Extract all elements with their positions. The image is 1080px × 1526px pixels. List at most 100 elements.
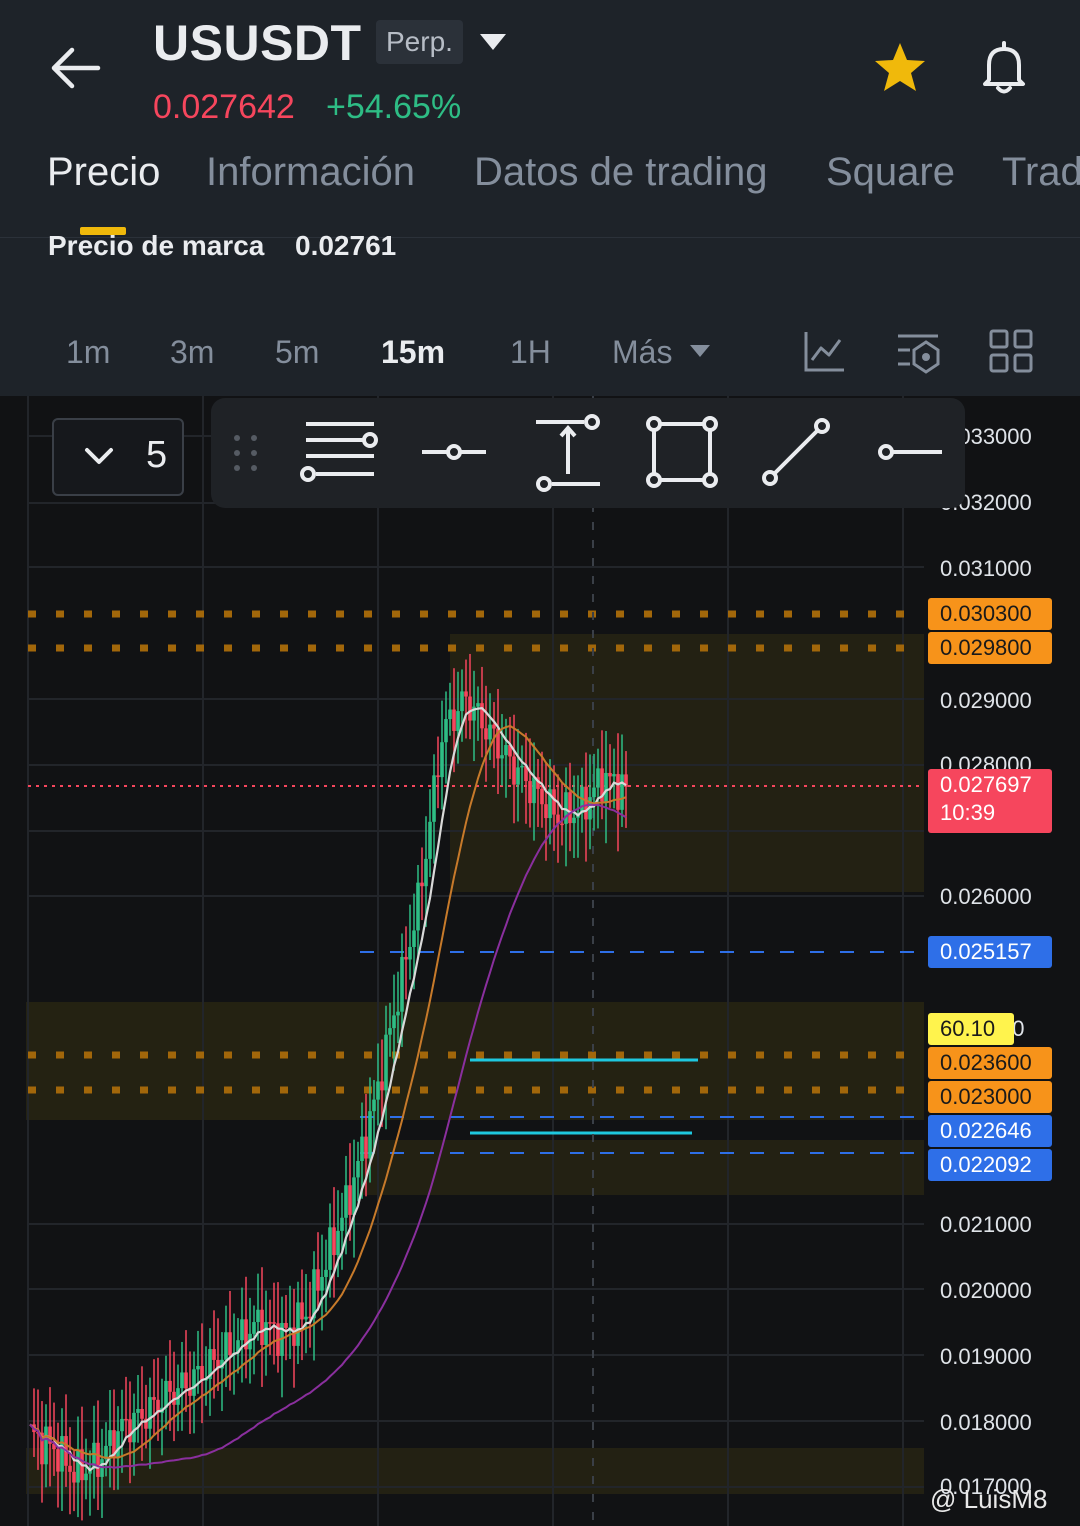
price-tag-blue: 0.022092 bbox=[928, 1149, 1052, 1181]
candle-body bbox=[368, 1111, 372, 1159]
favorite-star-icon[interactable] bbox=[872, 40, 928, 96]
horizontal-line-icon[interactable] bbox=[870, 412, 950, 492]
candle-body bbox=[408, 946, 412, 960]
tab-precio[interactable]: Precio bbox=[47, 150, 160, 195]
tab-trad[interactable]: Trad bbox=[1002, 150, 1080, 195]
mark-price-label: Precio de marca bbox=[48, 230, 265, 261]
candle-body bbox=[164, 1380, 168, 1408]
candle-body bbox=[328, 1227, 332, 1270]
candle-body bbox=[388, 1028, 392, 1035]
chevron-down-icon bbox=[85, 448, 113, 464]
candle-body bbox=[620, 774, 624, 810]
candle-body bbox=[540, 788, 544, 805]
tab-square[interactable]: Square bbox=[826, 150, 955, 195]
candle-body bbox=[460, 691, 464, 712]
tab-datos-de-trading[interactable]: Datos de trading bbox=[474, 150, 768, 195]
symbol-dropdown-icon[interactable] bbox=[480, 34, 506, 50]
watermark: @ LuisM8 bbox=[930, 1484, 1048, 1514]
candle-body bbox=[148, 1397, 152, 1429]
resistance-zone bbox=[450, 634, 924, 892]
candle-body bbox=[448, 709, 452, 720]
price-axis-label: 0.029000 bbox=[940, 688, 1032, 713]
candle-body bbox=[72, 1471, 76, 1483]
back-arrow-icon[interactable] bbox=[48, 44, 102, 92]
candle-body bbox=[528, 781, 532, 804]
drawing-count-toggle[interactable]: 5 bbox=[52, 418, 184, 496]
candle-body bbox=[304, 1316, 308, 1320]
drawing-count: 5 bbox=[146, 434, 168, 476]
candle-body bbox=[300, 1302, 304, 1320]
candle-body bbox=[532, 777, 536, 804]
price-range-icon[interactable] bbox=[528, 412, 608, 492]
bell-icon[interactable] bbox=[974, 38, 1034, 98]
interval-3m[interactable]: 3m bbox=[170, 334, 214, 371]
price-change-percent: +54.65% bbox=[326, 88, 462, 126]
price-axis-label: 0.031000 bbox=[940, 556, 1032, 581]
candle-body bbox=[608, 772, 612, 777]
candle-body bbox=[468, 696, 472, 721]
candle-body bbox=[200, 1366, 204, 1381]
interval-5m[interactable]: 5m bbox=[275, 334, 319, 371]
interval-1h[interactable]: 1H bbox=[510, 334, 551, 371]
price-tag-orange: 0.023600 bbox=[928, 1047, 1052, 1079]
current-price-tag: 0.027697 10:39 bbox=[928, 769, 1052, 833]
candle-body bbox=[596, 768, 600, 788]
candle-body bbox=[140, 1408, 144, 1419]
candle-body bbox=[324, 1269, 328, 1277]
candle-body bbox=[240, 1319, 244, 1341]
price-tag-blue: 0.022646 bbox=[928, 1115, 1052, 1147]
candle-body bbox=[124, 1418, 128, 1421]
more-intervals-caret-icon[interactable] bbox=[690, 345, 710, 357]
price-tag-orange: 0.030300 bbox=[928, 598, 1052, 630]
candle-body bbox=[152, 1397, 156, 1400]
candle-body bbox=[400, 956, 404, 1012]
layout-grid-icon[interactable] bbox=[988, 328, 1034, 374]
last-price: 0.027642 bbox=[153, 88, 295, 126]
chart-canvas[interactable] bbox=[0, 396, 1080, 1526]
symbol-title[interactable]: USUSDT bbox=[153, 14, 362, 72]
interval-1m[interactable]: 1m bbox=[66, 334, 110, 371]
candle-body bbox=[256, 1309, 260, 1323]
candle-body bbox=[492, 724, 496, 729]
main-tabs: Precio Información Datos de trading Squa… bbox=[0, 150, 1080, 210]
indicators-icon[interactable] bbox=[802, 328, 848, 374]
candle-body bbox=[484, 728, 488, 740]
candle-body bbox=[352, 1177, 356, 1215]
candle-body bbox=[376, 1081, 380, 1100]
fib-retracement-icon[interactable] bbox=[298, 412, 378, 492]
candle-body bbox=[320, 1276, 324, 1291]
candle-body bbox=[464, 691, 468, 697]
candle-body bbox=[96, 1442, 100, 1477]
drag-handle-icon[interactable] bbox=[232, 433, 260, 473]
candle-body bbox=[340, 1217, 344, 1231]
candle-body bbox=[476, 703, 480, 707]
price-axis-label: 0.020000 bbox=[940, 1278, 1032, 1303]
candle-body bbox=[520, 765, 524, 768]
price-chart[interactable] bbox=[0, 396, 1080, 1526]
candle-body bbox=[260, 1309, 264, 1346]
candle-body bbox=[424, 858, 428, 887]
candle-body bbox=[612, 774, 616, 777]
chart-settings-icon[interactable] bbox=[896, 328, 942, 374]
price-axis-label: 0.021000 bbox=[940, 1212, 1032, 1237]
candle-body bbox=[488, 724, 492, 740]
candle-body bbox=[196, 1366, 200, 1370]
tab-informacion[interactable]: Información bbox=[206, 150, 415, 195]
price-tag-orange: 0.023000 bbox=[928, 1081, 1052, 1113]
candle-body bbox=[344, 1185, 348, 1218]
trend-line-icon[interactable] bbox=[756, 412, 836, 492]
candle-body bbox=[348, 1185, 352, 1215]
candle-body bbox=[192, 1369, 196, 1396]
candle-body bbox=[76, 1449, 80, 1483]
candle-body bbox=[396, 1011, 400, 1016]
horizontal-ray-icon[interactable] bbox=[414, 412, 494, 492]
candle-body bbox=[136, 1408, 140, 1413]
candle-body bbox=[184, 1372, 188, 1389]
rectangle-icon[interactable] bbox=[642, 412, 722, 492]
price-axis-label: 0.026000 bbox=[940, 884, 1032, 909]
interval-more[interactable]: Más bbox=[612, 334, 672, 371]
candle-body bbox=[68, 1465, 72, 1472]
candle-body bbox=[284, 1322, 288, 1328]
price-axis-label: 0.018000 bbox=[940, 1410, 1032, 1435]
interval-15m[interactable]: 15m bbox=[381, 334, 445, 371]
